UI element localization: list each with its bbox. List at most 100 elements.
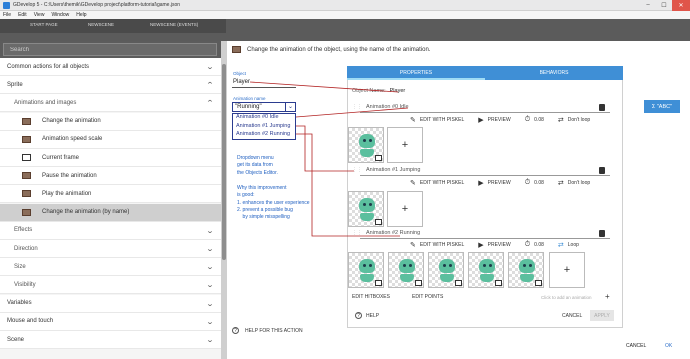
tree-row-sub[interactable]: Direction ⌄ [0, 240, 221, 258]
timer-field[interactable]: ⏱ 0.08 [525, 116, 544, 124]
chevron-down-icon[interactable]: ⌄ [285, 103, 295, 111]
window-title: GDevelop 5 - C:\Users\themik\GDevelop pr… [13, 2, 181, 8]
dropdown-option-running[interactable]: Animation #2 Running [233, 131, 295, 140]
annotation-why: Why this improvement is good: 1. enhance… [237, 185, 310, 221]
delete-icon[interactable] [599, 104, 605, 111]
add-frame-button[interactable]: + [387, 191, 423, 227]
menu-window[interactable]: Window [51, 12, 69, 18]
ok-button[interactable]: OK [665, 343, 672, 349]
tree-row-label: Common actions for all objects [7, 63, 90, 70]
delete-icon[interactable] [599, 167, 605, 174]
add-frame-button[interactable]: + [549, 252, 585, 288]
close-icon[interactable]: ✕ [672, 0, 690, 11]
edit-with-piskel-button[interactable]: ✎ EDIT WITH PISKEL [410, 241, 464, 249]
tree-row-sub[interactable]: Animations and images ⌃ [0, 94, 221, 113]
animation-1-header: ⋮⋮ Animation #1 Jumping [352, 164, 610, 176]
edit-with-piskel-button[interactable]: ✎ EDIT WITH PISKEL [410, 116, 464, 124]
loop-toggle[interactable]: ⇄ Loop [558, 241, 579, 249]
add-frame-button[interactable]: + [387, 127, 423, 163]
chevron-down-icon[interactable]: ⌄ [206, 245, 214, 253]
chevron-up-icon[interactable]: ⌃ [206, 81, 214, 89]
sprite-frame[interactable] [388, 252, 424, 288]
animation-2-name[interactable]: Running [400, 230, 421, 236]
tree-row-item[interactable]: Change the animation [0, 112, 221, 131]
tab-newscene[interactable]: NEWSCENE [88, 22, 114, 27]
chevron-down-icon[interactable]: ⌄ [206, 63, 214, 71]
tree-row-item[interactable]: Current frame [0, 149, 221, 167]
timer-field[interactable]: ⏱ 0.08 [525, 241, 544, 249]
film-icon [22, 117, 31, 125]
sprite-frame[interactable] [468, 252, 504, 288]
tree-row-item[interactable]: Play the animation [0, 185, 221, 204]
maximize-icon[interactable]: ☐ [656, 0, 672, 11]
tab-start-page[interactable]: START PAGE [30, 22, 58, 27]
object-name-value[interactable]: Player [390, 88, 406, 94]
edit-with-piskel-button[interactable]: ✎ EDIT WITH PISKEL [410, 179, 464, 187]
tree-row-cat[interactable]: Scene ⌄ [0, 331, 221, 349]
loop-toggle[interactable]: ⇄ Don't loop [558, 179, 590, 187]
sprite-frame[interactable] [508, 252, 544, 288]
sprite-frame[interactable] [428, 252, 464, 288]
search-input[interactable] [3, 43, 217, 56]
animation-2-controls: ✎ EDIT WITH PISKEL ▶ PREVIEW ⏱ 0.08 ⇄ Loop [410, 241, 593, 249]
chevron-down-icon[interactable]: ⌄ [206, 300, 214, 308]
menu-file[interactable]: File [3, 12, 11, 18]
tree-row-sub[interactable]: Effects ⌄ [0, 221, 221, 240]
apply-button[interactable]: APPLY [590, 310, 614, 321]
scrollbar-thumb[interactable] [222, 64, 226, 260]
object-editor-help-button[interactable]: ? HELP [355, 312, 379, 319]
drag-handle-icon[interactable]: ⋮⋮ [352, 230, 362, 236]
tree-row-item[interactable]: Pause the animation [0, 167, 221, 186]
edit-points-button[interactable]: EDIT POINTS [412, 294, 443, 300]
tree-row-cat[interactable]: Mouse and touch ⌄ [0, 312, 221, 331]
tree-row-sub[interactable]: Visibility ⌄ [0, 276, 221, 295]
expression-string-button[interactable]: Σ "ABC" [644, 100, 680, 113]
chevron-down-icon[interactable]: ⌄ [206, 336, 214, 344]
animation-0-name[interactable]: Idle [400, 104, 409, 110]
tab-newscene-events[interactable]: NEWSCENE (EVENTS) [150, 22, 198, 27]
object-editor-cancel-button[interactable]: CANCEL [562, 313, 582, 319]
tree-row-label: Size [14, 263, 26, 270]
tree-row-item[interactable]: Animation speed scale [0, 130, 221, 149]
timer-field[interactable]: ⏱ 0.08 [525, 179, 544, 187]
chevron-down-icon[interactable]: ⌄ [206, 281, 214, 289]
drag-handle-icon[interactable]: ⋮⋮ [352, 167, 362, 173]
minimize-icon[interactable]: – [640, 0, 656, 11]
animation-2-header: ⋮⋮ Animation #2 Running [352, 227, 610, 239]
tree-row-label: Scene [7, 336, 25, 343]
tree-row-cat[interactable]: Variables ⌄ [0, 294, 221, 313]
animation-name-field[interactable]: "Running" ⌄ [232, 102, 296, 112]
dropdown-option-jumping[interactable]: Animation #1 Jumping [233, 123, 295, 132]
tree-row-item[interactable]: Change the animation (by name) [0, 203, 221, 222]
object-field[interactable]: Player [233, 79, 250, 85]
animation-1-name[interactable]: Jumping [400, 167, 421, 173]
delete-icon[interactable] [599, 230, 605, 237]
tab-behaviors[interactable]: BEHAVIORS [485, 66, 623, 80]
chevron-up-icon[interactable]: ⌃ [206, 99, 214, 107]
chevron-down-icon[interactable]: ⌄ [206, 318, 214, 326]
sprite-frame[interactable] [348, 127, 384, 163]
menu-view[interactable]: View [34, 12, 45, 18]
tree-row-sub[interactable]: Size ⌄ [0, 258, 221, 277]
menu-edit[interactable]: Edit [18, 12, 27, 18]
chevron-down-icon[interactable]: ⌄ [206, 227, 214, 235]
chevron-down-icon[interactable]: ⌄ [206, 263, 214, 271]
preview-button[interactable]: ▶ PREVIEW [478, 179, 510, 187]
sprite-frame[interactable] [348, 252, 384, 288]
menu-help[interactable]: Help [76, 12, 86, 18]
preview-button[interactable]: ▶ PREVIEW [478, 116, 510, 124]
add-animation-hint[interactable]: Click to add an animation [541, 295, 592, 300]
loop-toggle[interactable]: ⇄ Don't loop [558, 116, 590, 124]
help-for-action-button[interactable]: ? HELP FOR THIS ACTION [232, 327, 303, 334]
tab-properties[interactable]: PROPERTIES [347, 66, 485, 80]
tree-row-cat[interactable]: Common actions for all objects ⌄ [0, 58, 221, 76]
sprite-frame[interactable] [348, 191, 384, 227]
tree-row-cat[interactable]: Sprite ⌃ [0, 76, 221, 95]
edit-hitboxes-button[interactable]: EDIT HITBOXES [352, 294, 390, 300]
animation-1-controls: ✎ EDIT WITH PISKEL ▶ PREVIEW ⏱ 0.08 ⇄ Don't … [410, 179, 604, 187]
drag-handle-icon[interactable]: ⋮⋮ [352, 104, 362, 110]
add-animation-icon[interactable]: + [605, 292, 610, 301]
cancel-button[interactable]: CANCEL [626, 343, 646, 349]
dropdown-option-idle[interactable]: Animation #0 Idle [233, 114, 295, 123]
preview-button[interactable]: ▶ PREVIEW [478, 241, 510, 249]
